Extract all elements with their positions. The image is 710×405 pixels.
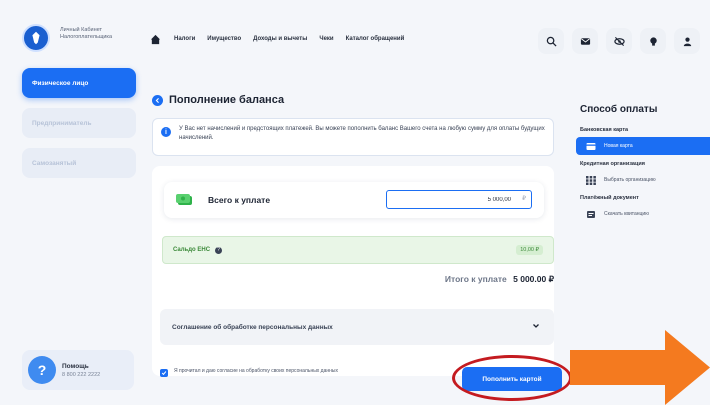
user-icon[interactable]: [674, 28, 700, 54]
nav-taxes[interactable]: Налоги: [174, 36, 195, 42]
agreement-accordion[interactable]: Соглашение об обработке персональных дан…: [160, 309, 554, 345]
saldo-row: Сальдо ЕНС ? 10,00 ₽: [162, 236, 554, 264]
payment-title: Способ оплаты: [580, 104, 658, 115]
agreement-label: Соглашение об обработке персональных дан…: [172, 323, 333, 331]
total-sum-row: Всего к уплате ₽: [164, 182, 544, 218]
orange-arrow-icon: [570, 330, 710, 405]
nav-requests-catalog[interactable]: Каталог обращений: [346, 36, 405, 42]
search-icon[interactable]: [538, 28, 564, 54]
amount-input[interactable]: [386, 190, 532, 209]
total-label: Итого к уплате: [444, 274, 507, 284]
info-banner: i У Вас нет начислений и предстоящих пла…: [152, 118, 554, 156]
lightbulb-icon[interactable]: [640, 28, 666, 54]
option-download-receipt[interactable]: Скачать квитанцию: [576, 205, 710, 223]
money-stack-icon: [176, 194, 192, 205]
total-value: 5 000.00 ₽: [513, 274, 554, 284]
balance-panel: Всего к уплате ₽ Сальдо ЕНС ? 10,00 ₽ Ит…: [152, 166, 554, 376]
sidebar-item-self-employed[interactable]: Самозанятый: [22, 148, 136, 178]
help-question-icon: ?: [28, 356, 56, 384]
logo-text: Личный Кабинет Налогоплательщика: [60, 27, 113, 40]
option-label: Скачать квитанцию: [604, 211, 649, 217]
info-icon: i: [161, 127, 171, 137]
group-payment-document: Платёжный документ: [580, 195, 639, 201]
info-text: У Вас нет начислений и предстоящих плате…: [179, 126, 545, 141]
saldo-value: 10,00 ₽: [516, 245, 543, 255]
sidebar: Физическое лицо Предприниматель Самозаня…: [22, 68, 136, 188]
option-choose-organization[interactable]: Выбрать организацию: [576, 171, 710, 189]
consent-row: Я прочитал и даю согласие на обработку с…: [160, 368, 384, 377]
option-label: Выбрать организацию: [604, 177, 656, 183]
chevron-down-icon: [533, 324, 539, 328]
back-arrow-icon[interactable]: [152, 94, 163, 106]
saldo-label: Сальдо ЕНС: [173, 247, 211, 253]
option-new-card[interactable]: Новая карта: [576, 137, 710, 155]
help-phone: 8 800 222 2222: [62, 371, 101, 378]
top-navigation: Налоги Имущество Доходы и вычеты Чеки Ка…: [150, 30, 404, 48]
help-title: Помощь: [62, 362, 89, 370]
payment-methods: Способ оплаты Банковская карта Новая кар…: [576, 104, 710, 229]
fns-logo[interactable]: [22, 24, 50, 52]
page-title: Пополнение баланса: [169, 94, 285, 106]
top-icons: [538, 28, 700, 54]
visibility-off-icon[interactable]: [606, 28, 632, 54]
help-icon[interactable]: ?: [215, 246, 223, 254]
currency-symbol: ₽: [522, 196, 526, 202]
nav-income-deductions[interactable]: Доходы и вычеты: [253, 36, 307, 42]
grid-icon: [586, 175, 596, 185]
document-icon: [587, 210, 595, 218]
sidebar-item-individual[interactable]: Физическое лицо: [22, 68, 136, 98]
nav-receipts[interactable]: Чеки: [319, 36, 333, 42]
option-label: Новая карта: [604, 143, 633, 149]
card-icon: [586, 142, 596, 150]
page-header: Пополнение баланса: [152, 94, 284, 106]
group-bank-card: Банковская карта: [580, 127, 629, 133]
sum-label: Всего к уплате: [208, 195, 271, 205]
nav-property[interactable]: Имущество: [207, 36, 241, 42]
pay-by-card-button[interactable]: Пополнить картой: [462, 367, 562, 391]
sidebar-item-entrepreneur[interactable]: Предприниматель: [22, 108, 136, 138]
total-line: Итого к уплате 5 000.00 ₽: [445, 274, 554, 285]
consent-checkbox[interactable]: [160, 369, 168, 377]
consent-text: Я прочитал и даю согласие на обработку с…: [174, 368, 338, 374]
home-icon[interactable]: [150, 33, 162, 45]
help-widget[interactable]: ? Помощь 8 800 222 2222: [22, 350, 134, 390]
mail-icon[interactable]: [572, 28, 598, 54]
eagle-emblem-icon: [32, 31, 40, 45]
group-credit-org: Кредитная организация: [580, 161, 645, 167]
